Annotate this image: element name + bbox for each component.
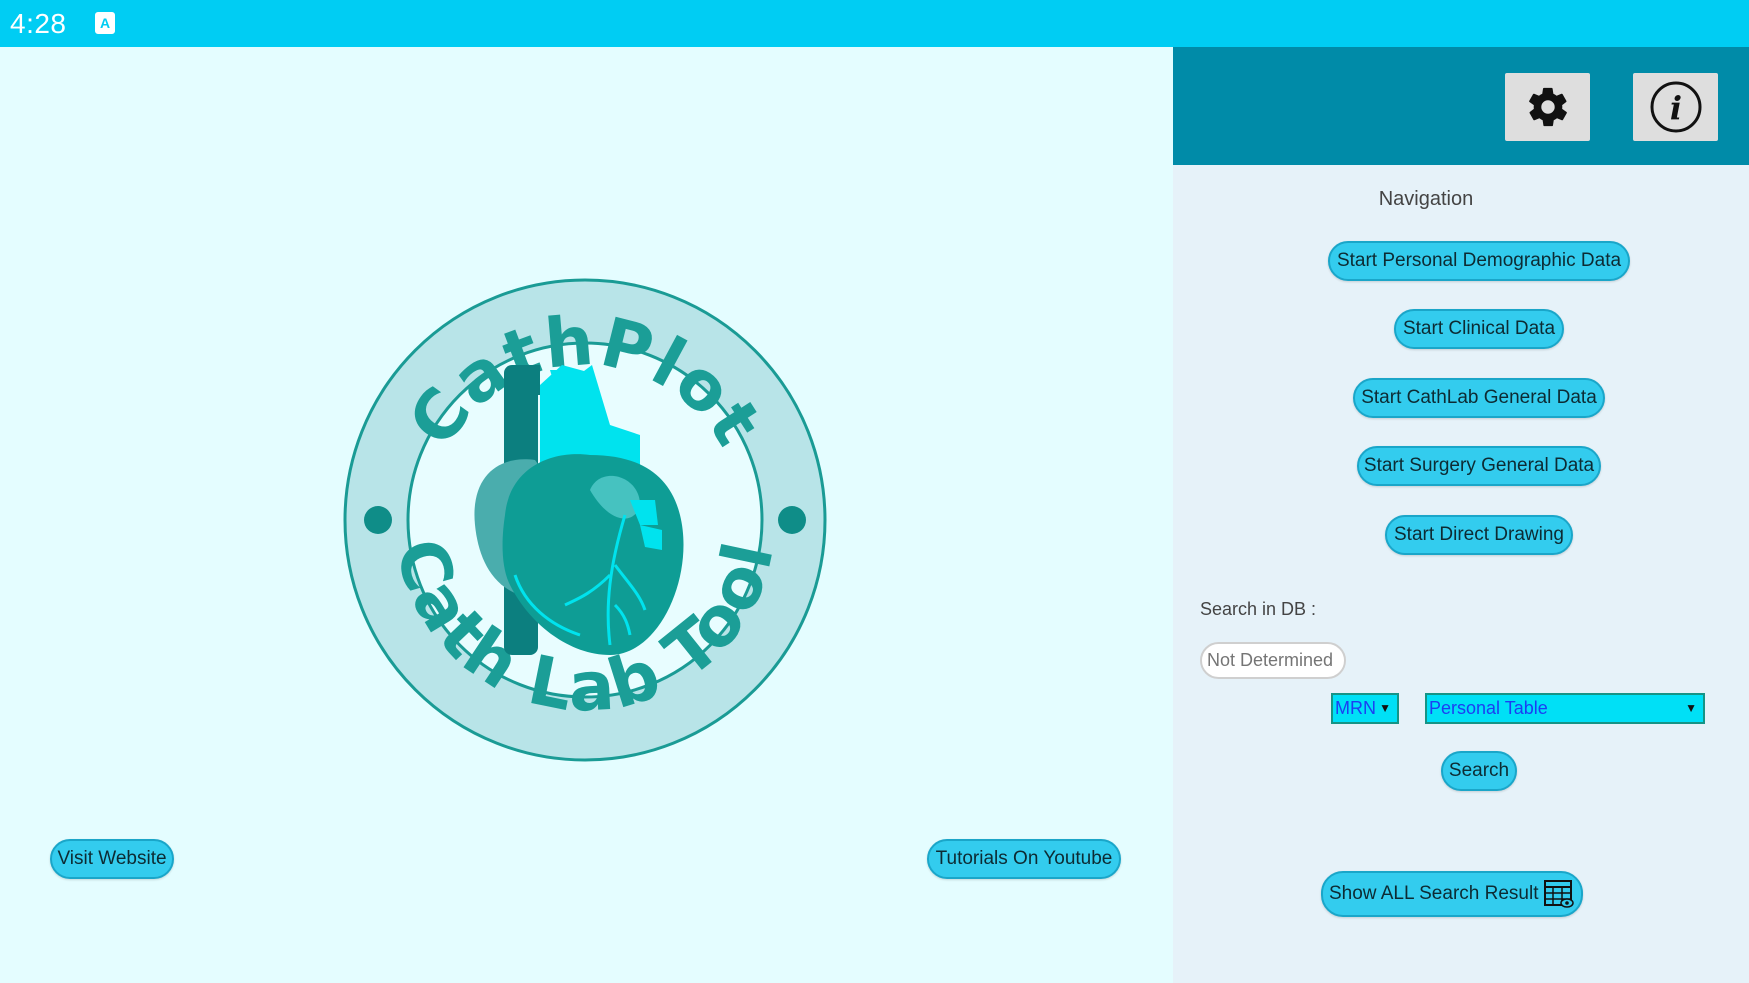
visit-website-button[interactable]: Visit Website xyxy=(50,839,174,879)
search-button[interactable]: Search xyxy=(1441,751,1517,791)
svg-text:i: i xyxy=(1669,89,1681,127)
search-db-label: Search in DB : xyxy=(1200,599,1317,619)
gear-icon xyxy=(1528,87,1567,127)
search-input[interactable] xyxy=(1200,642,1346,679)
show-all-results-button[interactable]: Show ALL Search Result xyxy=(1321,871,1583,917)
side-panel-header: i xyxy=(1173,47,1749,165)
tutorials-youtube-button[interactable]: Tutorials On Youtube xyxy=(927,839,1121,879)
status-bar: 4:28 A xyxy=(0,0,1749,47)
start-personal-demographic-button[interactable]: Start Personal Demographic Data xyxy=(1328,241,1630,281)
cathplot-logo: CathPlot Cath Lab Tool xyxy=(343,278,827,762)
settings-button[interactable] xyxy=(1505,73,1590,141)
start-direct-drawing-button[interactable]: Start Direct Drawing xyxy=(1385,515,1573,555)
info-button[interactable]: i xyxy=(1633,73,1718,141)
main-pane: CathPlot Cath Lab Tool Visit Website Tut… xyxy=(0,47,1173,983)
info-icon: i xyxy=(1650,81,1701,133)
table-select[interactable]: Personal Table ▼ xyxy=(1425,693,1705,724)
start-cathlab-general-button[interactable]: Start CathLab General Data xyxy=(1353,378,1605,418)
app-notification-icon: A xyxy=(95,12,115,34)
dropdown-arrow-icon: ▼ xyxy=(1379,701,1391,715)
table-select-value: Personal Table xyxy=(1429,698,1548,718)
show-all-label: Show ALL Search Result xyxy=(1329,883,1539,904)
field-select[interactable]: MRN ▼ xyxy=(1331,693,1399,724)
side-panel: i Navigation Start Personal Demographic … xyxy=(1173,47,1749,983)
field-select-value: MRN xyxy=(1335,698,1376,718)
dropdown-arrow-icon: ▼ xyxy=(1685,701,1697,715)
table-view-icon xyxy=(1544,880,1574,908)
navigation-title: Navigation xyxy=(1378,188,1474,210)
status-time: 4:28 xyxy=(10,8,67,39)
start-surgery-general-button[interactable]: Start Surgery General Data xyxy=(1357,446,1601,486)
start-clinical-data-button[interactable]: Start Clinical Data xyxy=(1394,309,1564,349)
